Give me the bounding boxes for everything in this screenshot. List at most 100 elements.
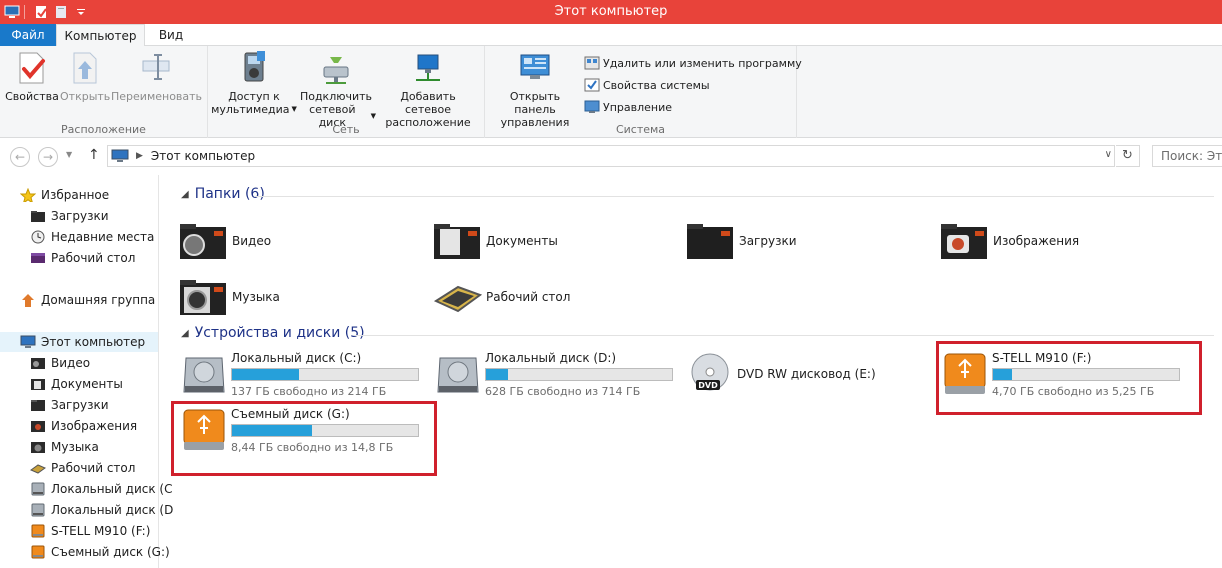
navigation-bar: ← → ▼ ↑ ▶ Этот компьютер ∨ ↻ Поиск: Этот…: [0, 138, 1222, 175]
recent-locations-icon[interactable]: ▼: [66, 150, 72, 159]
tab-file[interactable]: Файл: [0, 24, 56, 46]
usb-drive-icon: [31, 545, 45, 559]
nav-fav-desktop-label: Рабочий стол: [51, 251, 136, 265]
collapse-chevron-icon[interactable]: ◢: [181, 189, 189, 200]
nav-pc-drive-g[interactable]: Съемный диск (G:): [30, 542, 170, 562]
address-bar[interactable]: ▶ Этот компьютер ∨: [107, 145, 1115, 167]
nav-pc-documents-label: Документы: [51, 377, 123, 391]
rename-icon: [139, 50, 173, 86]
folder-desktop[interactable]: Рабочий стол: [432, 275, 570, 319]
folder-downloads[interactable]: Загрузки: [685, 219, 797, 263]
uninstall-icon: [584, 56, 600, 70]
nav-fav-downloads-label: Загрузки: [51, 209, 109, 223]
folder-videos-label: Видео: [232, 234, 272, 248]
manage-icon: [584, 100, 600, 113]
folders-group-header[interactable]: ◢ Папки (6): [181, 186, 265, 202]
system-properties-icon: [584, 78, 600, 92]
homegroup-icon: [22, 294, 34, 307]
folder-videos[interactable]: Видео: [178, 219, 271, 263]
nav-pc-pictures[interactable]: Изображения: [30, 416, 137, 436]
group-network: Доступ к мультимедиа ▼ Подключить сетевой…: [208, 46, 485, 138]
nav-pc-drive-d-label: Локальный диск (D: [51, 503, 174, 517]
documents-folder-icon: [31, 379, 45, 390]
documents-folder-icon: [434, 224, 480, 259]
drive-e-name: DVD RW дисковод (E:): [737, 367, 876, 381]
search-input[interactable]: Поиск: Этот компьютер: [1152, 145, 1222, 167]
svg-text:DVD: DVD: [698, 381, 718, 390]
up-button[interactable]: ↑: [88, 147, 100, 163]
drive-c-name: Локальный диск (C:): [231, 351, 362, 365]
nav-fav-downloads[interactable]: Загрузки: [30, 206, 109, 226]
forward-button[interactable]: →: [38, 147, 58, 167]
nav-pc-documents[interactable]: Документы: [30, 374, 123, 394]
manage-button[interactable]: Управление: [584, 96, 802, 118]
breadcrumb-chevron-icon[interactable]: ▶: [136, 151, 143, 161]
add-network-location-button[interactable]: Добавить сетевое расположение: [376, 50, 480, 129]
folder-music[interactable]: Музыка: [178, 275, 280, 319]
folder-desktop-label: Рабочий стол: [486, 290, 571, 304]
pictures-folder-icon: [31, 421, 45, 432]
nav-homegroup[interactable]: Домашняя группа: [20, 290, 155, 310]
system-small-buttons: Удалить или изменить программу Свойства …: [584, 52, 802, 118]
breadcrumb-this-pc[interactable]: Этот компьютер: [151, 149, 255, 163]
nav-pc-downloads[interactable]: Загрузки: [30, 395, 109, 415]
control-panel-icon: [518, 50, 552, 86]
nav-this-pc[interactable]: Этот компьютер: [20, 332, 145, 352]
uninstall-program-button[interactable]: Удалить или изменить программу: [584, 52, 802, 74]
nav-pc-drive-c[interactable]: Локальный диск (C: [30, 479, 172, 499]
map-drive-label-1: Подключить: [299, 90, 373, 103]
nav-pc-drive-f[interactable]: S-TELL M910 (F:): [30, 521, 150, 541]
drive-d-free-space: 628 ГБ свободно из 714 ГБ: [485, 385, 641, 398]
folder-pictures-label: Изображения: [993, 234, 1080, 248]
tab-view[interactable]: Вид: [146, 24, 196, 46]
nav-fav-recent[interactable]: Недавние места: [30, 227, 154, 247]
folder-documents[interactable]: Документы: [432, 219, 558, 263]
map-network-drive-button[interactable]: Подключить сетевой диск ▼: [296, 50, 376, 129]
access-media-label-2: мультимедиа: [211, 103, 290, 116]
control-panel-label-1: Открыть панель: [509, 90, 561, 116]
nav-pc-drive-f-label: S-TELL M910 (F:): [51, 524, 151, 538]
hard-drive-icon: [31, 482, 45, 496]
nav-pc-drive-g-label: Съемный диск (G:): [51, 545, 170, 559]
folder-documents-label: Документы: [486, 234, 558, 248]
nav-fav-desktop[interactable]: Рабочий стол: [30, 248, 135, 268]
folders-header-label: Папки (6): [194, 186, 265, 202]
dvd-drive-icon: DVD: [691, 353, 729, 391]
music-folder-icon: [180, 280, 226, 315]
nav-pc-videos[interactable]: Видео: [30, 353, 90, 373]
ribbon: Свойства Открыть Переименовать Расположе…: [0, 46, 1222, 138]
access-media-button[interactable]: Доступ к мультимедиа ▼: [211, 50, 297, 116]
collapse-chevron-icon[interactable]: ◢: [181, 328, 189, 339]
star-icon: [20, 188, 36, 202]
nav-pc-music[interactable]: Музыка: [30, 437, 99, 457]
drive-c-free-space: 137 ГБ свободно из 214 ГБ: [231, 385, 387, 398]
back-button[interactable]: ←: [10, 147, 30, 167]
nav-pc-desktop[interactable]: Рабочий стол: [30, 458, 135, 478]
folder-downloads-label: Загрузки: [739, 234, 797, 248]
highlight-box-drive-f: [936, 341, 1202, 415]
hard-drive-icon: [437, 357, 479, 393]
back-arrow-icon: ←: [14, 150, 26, 164]
folder-music-label: Музыка: [232, 290, 280, 304]
media-icon: [237, 50, 271, 86]
recent-places-icon: [31, 230, 45, 244]
refresh-button[interactable]: ↻: [1116, 145, 1140, 167]
computer-icon: [20, 335, 36, 348]
section-divider: [254, 196, 1214, 197]
folder-pictures[interactable]: Изображения: [939, 219, 1079, 263]
devices-group-header[interactable]: ◢ Устройства и диски (5): [181, 325, 365, 341]
desktop-icon: [30, 464, 46, 474]
open-button[interactable]: Открыть: [60, 50, 110, 103]
properties-check-icon: [15, 50, 49, 86]
tab-computer[interactable]: Компьютер: [56, 24, 145, 47]
open-control-panel-button[interactable]: Открыть панель управления: [489, 50, 581, 129]
nav-favorites[interactable]: Избранное: [20, 185, 109, 205]
address-dropdown-icon[interactable]: ∨: [1105, 149, 1112, 160]
nav-pc-drive-d[interactable]: Локальный диск (D: [30, 500, 173, 520]
rename-button[interactable]: Переименовать: [111, 50, 202, 103]
pictures-folder-icon: [941, 224, 987, 259]
videos-folder-icon: [31, 358, 45, 369]
nav-favorites-label: Избранное: [41, 188, 110, 202]
properties-button[interactable]: Свойства: [4, 50, 60, 103]
system-properties-button[interactable]: Свойства системы: [584, 74, 802, 96]
